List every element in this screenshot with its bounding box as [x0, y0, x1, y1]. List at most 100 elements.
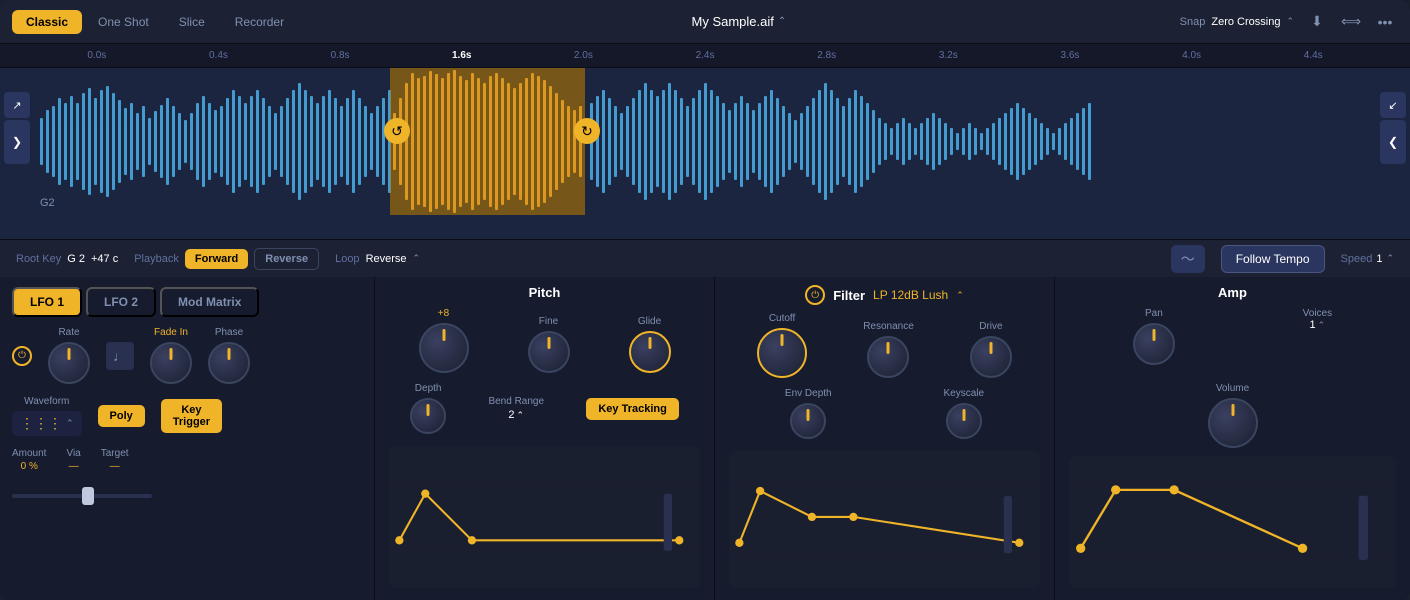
filter-bottom-row: Env Depth Keyscale [729, 388, 1040, 439]
pitch-main-knob[interactable] [419, 323, 469, 373]
timeline-mark-5: 2.4s [644, 50, 766, 61]
waveform-nav-right[interactable]: ❮ [1380, 120, 1406, 164]
bottom-section: LFO 1 LFO 2 Mod Matrix ⏻ Rate ♩ Fade In [0, 277, 1410, 600]
lfo-tabs: LFO 1 LFO 2 Mod Matrix [12, 287, 362, 317]
title-center: My Sample.aif ⌃ [298, 14, 1180, 29]
playback-label: Playback [134, 253, 179, 265]
via-group: Via — [66, 448, 80, 472]
drive-knob[interactable] [970, 336, 1012, 378]
filter-type[interactable]: LP 12dB Lush [873, 288, 948, 302]
loop-arrow-icon[interactable]: ⌃ [413, 253, 421, 264]
bend-range-group: Bend Range 2 ⌃ [488, 396, 544, 421]
fine-knob[interactable] [528, 331, 570, 373]
tab-recorder[interactable]: Recorder [221, 10, 298, 34]
filter-panel: ⏻ Filter LP 12dB Lush ⌃ Cutoff Resonance… [715, 277, 1055, 600]
filter-header: ⏻ Filter LP 12dB Lush ⌃ [729, 285, 1040, 305]
filter-type-arrow-icon[interactable]: ⌃ [956, 290, 964, 301]
pan-knob-group: Pan [1133, 308, 1175, 365]
lfo-tab-1[interactable]: LFO 1 [12, 287, 82, 317]
keyscale-knob-group: Keyscale [943, 388, 984, 439]
key-trigger-btn[interactable]: Key Trigger [161, 399, 222, 433]
key-tracking-btn[interactable]: Key Tracking [586, 398, 678, 420]
snap-area: Snap Zero Crossing ⌃ [1180, 16, 1294, 28]
waveform-corner-tr: ↙ [1380, 92, 1406, 118]
expand-icon[interactable]: ⟺ [1338, 9, 1364, 35]
volume-label: Volume [1216, 383, 1249, 394]
playback-group: Playback Forward Reverse [134, 248, 319, 270]
waveform-canvas[interactable]: ❯ ❮ ↗ ↙ ↺ ↻ ✕ G2 [0, 68, 1410, 215]
pan-knob[interactable] [1133, 323, 1175, 365]
amount-slider-thumb[interactable] [82, 487, 94, 505]
follow-tempo-btn[interactable]: Follow Tempo [1221, 245, 1325, 273]
fade-in-knob[interactable] [150, 342, 192, 384]
timeline-mark-2: 0.8s [279, 50, 401, 61]
lfo-tab-2[interactable]: LFO 2 [86, 287, 156, 317]
env-depth-label: Env Depth [785, 388, 832, 399]
snap-value[interactable]: Zero Crossing [1211, 16, 1280, 28]
music-note-btn[interactable]: ♩ [106, 342, 134, 370]
reverse-btn[interactable]: Reverse [254, 248, 319, 270]
tab-classic[interactable]: Classic [12, 10, 82, 34]
speed-ctrl: Speed 1 ⌃ [1341, 253, 1394, 265]
resonance-label: Resonance [863, 321, 914, 332]
env-depth-knob[interactable] [790, 403, 826, 439]
cutoff-knob[interactable] [757, 328, 807, 378]
amount-group: Amount 0 % [12, 448, 46, 472]
waveform-nav-left[interactable]: ❯ [4, 120, 30, 164]
title-chevron-icon[interactable]: ⌃ [778, 16, 786, 27]
pitch-knobs-row: +8 Fine Glide [389, 308, 700, 373]
fade-in-knob-group: Fade In [150, 327, 192, 384]
waveform-selector[interactable]: ⋮⋮⋮ ⌃ [12, 411, 82, 436]
keyscale-knob[interactable] [946, 403, 982, 439]
waveform-label: Waveform [24, 396, 69, 407]
more-icon[interactable]: ••• [1372, 9, 1398, 35]
loop-value[interactable]: Reverse [366, 253, 407, 265]
amount-slider-container [12, 488, 152, 504]
bend-range-value[interactable]: 2 ⌃ [508, 409, 524, 421]
lfo-power-btn[interactable]: ⏻ [12, 346, 32, 366]
region-handle-right[interactable]: ↻ [574, 118, 600, 144]
glide-label: Glide [638, 316, 661, 327]
filter-knobs-row: Cutoff Resonance Drive [729, 313, 1040, 378]
resonance-knob[interactable] [867, 336, 909, 378]
speed-value[interactable]: 1 [1376, 253, 1382, 265]
cutoff-label: Cutoff [769, 313, 796, 324]
timeline-mark-10: 4.4s [1252, 50, 1374, 61]
speed-arrow-icon[interactable]: ⌃ [1386, 253, 1394, 264]
fine-knob-group: Fine [528, 316, 570, 373]
root-key-value[interactable]: G 2 [67, 253, 85, 265]
voices-group: Voices 1 ⌃ [1303, 308, 1332, 365]
timeline-mark-0: 0.0s [36, 50, 158, 61]
rate-knob[interactable] [48, 342, 90, 384]
voices-value[interactable]: 1 ⌃ [1310, 319, 1326, 331]
amp-envelope-svg [1069, 456, 1396, 588]
forward-btn[interactable]: Forward [185, 249, 248, 269]
download-icon[interactable]: ⬇ [1304, 9, 1330, 35]
region-handle-left[interactable]: ↺ [384, 118, 410, 144]
amp-envelope-display [1069, 456, 1396, 588]
waveform-display-btn[interactable]: 〜 [1171, 245, 1205, 273]
amount-slider-track [12, 494, 152, 498]
env-depth-knob-group: Env Depth [785, 388, 832, 439]
waveform-icon: ⋮⋮⋮ [20, 415, 62, 432]
depth-knob[interactable] [410, 398, 446, 434]
poly-btn[interactable]: Poly [98, 405, 145, 427]
drive-label: Drive [979, 321, 1002, 332]
timeline-mark-8: 3.6s [1009, 50, 1131, 61]
amount-label: Amount [12, 448, 46, 459]
waveform-corner-tl: ↗ [4, 92, 30, 118]
timeline-mark-4: 2.0s [523, 50, 645, 61]
glide-knob[interactable] [629, 331, 671, 373]
phase-knob[interactable] [208, 342, 250, 384]
filter-envelope-svg [729, 451, 1040, 588]
bend-range-arrows[interactable]: ⌃ [517, 410, 525, 421]
filter-power-btn[interactable]: ⏻ [805, 285, 825, 305]
lfo-tab-mod-matrix[interactable]: Mod Matrix [160, 287, 259, 317]
voices-arrows-icon[interactable]: ⌃ [1318, 320, 1326, 331]
via-label: Via [66, 448, 80, 459]
tab-oneshot[interactable]: One Shot [84, 10, 163, 34]
tab-slice[interactable]: Slice [165, 10, 219, 34]
snap-arrow-icon[interactable]: ⌃ [1286, 16, 1294, 27]
volume-knob[interactable] [1208, 398, 1258, 448]
root-key-label: Root Key [16, 253, 61, 265]
